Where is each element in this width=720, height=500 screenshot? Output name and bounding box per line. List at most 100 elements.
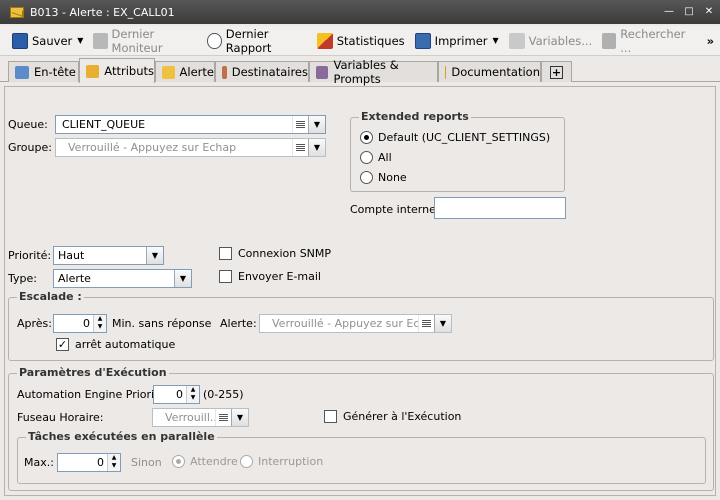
snmp-checkbox[interactable]: Connexion SNMP [219,247,331,260]
priorite-select[interactable]: Haut ▼ [53,246,164,265]
list-icon[interactable] [292,139,308,156]
search-button[interactable]: Rechercher ... [598,26,694,55]
tab-en-tete[interactable]: En-tête [8,61,79,82]
compte-interne-input[interactable] [434,197,566,219]
escalade-group: Escalade : Après: 0 ▲ ▼ Min. sans réponse… [8,290,714,361]
radio-button[interactable] [172,455,185,468]
type-select[interactable]: Alerte ▼ [53,269,192,288]
save-label: Sauver [32,33,73,48]
last-monitor-label: Dernier Moniteur [111,26,163,55]
radio-button[interactable] [240,455,253,468]
ae-range-label: (0-255) [203,388,244,401]
checkbox-box[interactable] [219,247,232,260]
variables-button[interactable]: Variables... [505,28,597,54]
chevron-down-icon[interactable]: ▼ [308,116,325,133]
radio-attendre[interactable]: Attendre [172,455,238,468]
list-icon[interactable] [418,315,434,332]
print-button[interactable]: Imprimer ▼ [411,28,503,54]
fuseau-horaire-placeholder: Verrouill... [165,411,215,424]
last-report-button[interactable]: Dernier Rapport [203,26,310,55]
apres-label: Après: [17,317,52,330]
sinon-label: Sinon [131,456,162,469]
arrow-up-icon[interactable]: ▲ [108,454,120,462]
chevron-down-icon[interactable]: ▼ [146,247,163,264]
queue-value: CLIENT_QUEUE [62,118,146,131]
chevron-down-icon[interactable]: ▼ [174,270,191,287]
email-checkbox[interactable]: Envoyer E-mail [219,270,321,283]
radio-button[interactable] [360,131,373,144]
binoculars-icon [602,32,617,49]
statistics-label: Statistiques [336,33,405,48]
title-bar: B013 - Alerte : EX_CALL01 — □ ✕ [0,0,720,24]
arret-automatique-checkbox[interactable]: ✓ arrêt automatique [56,338,175,351]
more-tools-button[interactable]: » [703,28,718,54]
escalade-title: Escalade : [17,290,84,303]
radio-label: Attendre [190,455,238,468]
escalade-alerte-field[interactable]: Verrouillé - Appuyez sur Echap ▼ [259,314,452,333]
arrow-down-icon[interactable]: ▼ [187,394,199,402]
apres-value: 0 [83,317,90,330]
chevron-down-icon[interactable]: ▼ [493,36,499,45]
execution-group: Paramètres d'Exécution Automation Engine… [8,366,714,491]
queue-field[interactable]: CLIENT_QUEUE ▼ [55,115,326,134]
save-button[interactable]: Sauver ▼ [8,28,87,54]
maximize-button[interactable]: □ [682,5,696,19]
statistics-button[interactable]: Statistiques [313,28,409,54]
tab-add[interactable]: + [541,61,572,82]
arrow-up-icon[interactable]: ▲ [94,315,106,323]
arrow-up-icon[interactable]: ▲ [187,386,199,394]
arrow-down-icon[interactable]: ▼ [108,462,120,470]
groupe-label: Groupe: [8,141,52,154]
spinner-arrows[interactable]: ▲ ▼ [186,386,199,403]
chart-icon [316,32,333,49]
monitor-icon [93,32,108,49]
ae-priorite-spinner[interactable]: 0 ▲ ▼ [153,385,200,404]
tab-destinataires[interactable]: Destinataires [215,61,309,82]
last-monitor-button[interactable]: Dernier Moniteur [89,26,201,55]
chevron-down-icon[interactable]: ▼ [308,139,325,156]
list-icon[interactable] [215,409,231,426]
tab-attributs[interactable]: Attributs [79,58,155,83]
tab-variables-prompts[interactable]: Variables & Prompts [309,58,438,86]
ae-priorite-label: Automation Engine Priorité: [17,388,169,401]
groupe-field[interactable]: Verrouillé - Appuyez sur Echap ▼ [55,138,326,157]
tab-alerte[interactable]: Alerte [155,61,215,82]
radio-button[interactable] [360,151,373,164]
radio-button[interactable] [360,171,373,184]
checkmark-icon[interactable]: ✓ [56,338,69,351]
variables-label: Variables... [528,33,593,48]
radio-interruption[interactable]: Interruption [240,455,323,468]
search-label: Rechercher ... [620,26,686,55]
attributes-icon [86,64,100,78]
arrow-down-icon[interactable]: ▼ [94,323,106,331]
chevron-down-icon[interactable]: ▼ [77,36,83,45]
radio-all[interactable]: All [360,151,392,164]
radio-label: All [378,151,392,164]
fuseau-horaire-field[interactable]: Verrouill... ▼ [152,408,249,427]
window-title: B013 - Alerte : EX_CALL01 [30,5,175,19]
radio-default[interactable]: Default (UC_CLIENT_SETTINGS) [360,131,550,144]
list-icon[interactable] [292,116,308,133]
generer-execution-checkbox[interactable]: Générer à l'Exécution [324,410,461,423]
apres-spinner[interactable]: 0 ▲ ▼ [53,314,107,333]
parallel-tasks-group: Tâches exécutées en parallèle Max.: 0 ▲ ▼… [17,430,706,484]
minimize-button[interactable]: — [662,5,676,19]
report-clock-icon [207,32,222,49]
radio-none[interactable]: None [360,171,407,184]
tab-documentation[interactable]: Documentation [438,61,541,82]
groupe-placeholder: Verrouillé - Appuyez sur Echap [68,141,237,154]
tab-label: Variables & Prompts [333,58,399,86]
last-report-label: Dernier Rapport [225,26,272,55]
close-button[interactable]: ✕ [702,5,716,19]
parallel-tasks-title: Tâches exécutées en parallèle [26,430,217,443]
max-spinner[interactable]: 0 ▲ ▼ [57,453,121,472]
max-label: Max.: [24,456,54,469]
checkbox-box[interactable] [324,410,337,423]
chevron-down-icon[interactable]: ▼ [231,409,248,426]
tab-label: Alerte [179,65,214,79]
spinner-arrows[interactable]: ▲ ▼ [93,315,106,332]
floppy-disk-icon [12,32,28,49]
checkbox-box[interactable] [219,270,232,283]
chevron-down-icon[interactable]: ▼ [434,315,451,332]
spinner-arrows[interactable]: ▲ ▼ [107,454,120,471]
